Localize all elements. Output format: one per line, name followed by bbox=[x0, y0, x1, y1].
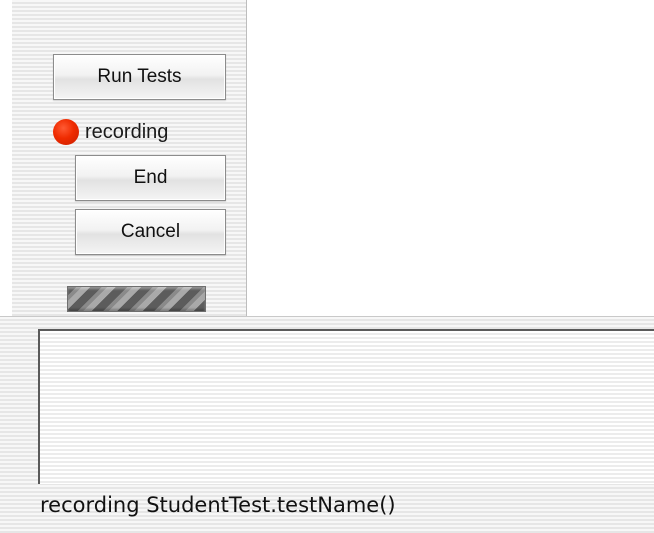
output-panel: recording StudentTest.testName() bbox=[0, 316, 654, 533]
content-area bbox=[247, 0, 654, 316]
progress-bar bbox=[67, 286, 206, 312]
recording-indicator: recording bbox=[53, 118, 168, 146]
end-button[interactable]: End bbox=[75, 155, 226, 201]
run-tests-button[interactable]: Run Tests bbox=[53, 54, 226, 100]
status-bar-text: recording StudentTest.testName() bbox=[40, 493, 396, 517]
output-text-area[interactable] bbox=[38, 329, 654, 484]
recording-label: recording bbox=[85, 120, 169, 143]
cancel-button[interactable]: Cancel bbox=[75, 209, 226, 255]
recording-dot-icon bbox=[53, 119, 79, 145]
window-edge bbox=[0, 0, 12, 316]
